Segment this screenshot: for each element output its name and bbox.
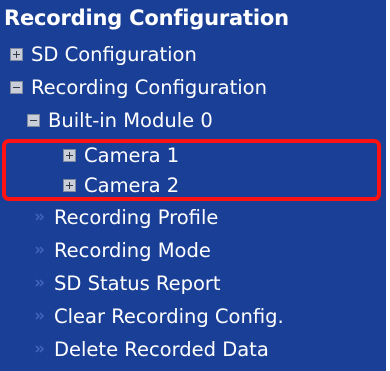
camera-items-highlight-box [2,139,381,201]
tree-item-label: Built-in Module 0 [48,108,213,132]
tree-item-label: Recording Configuration [31,75,267,99]
link-label: Delete Recorded Data [54,337,269,361]
collapse-minus-icon[interactable] [10,80,23,94]
tree-item-sd-configuration[interactable]: SD Configuration [10,38,197,70]
link-label: Recording Mode [54,238,211,262]
expand-plus-icon[interactable] [63,148,76,162]
link-label: Recording Profile [54,205,219,229]
double-chevron-icon [35,213,45,221]
tree-item-camera-2[interactable]: Camera 2 [63,169,179,201]
collapse-minus-icon[interactable] [27,113,40,127]
tree-item-camera-1[interactable]: Camera 1 [63,139,179,171]
expand-plus-icon[interactable] [10,47,23,61]
menu-header: Recording Configuration [4,6,289,30]
tree-item-label: SD Configuration [31,42,197,66]
double-chevron-icon [35,279,45,287]
link-delete-recorded-data[interactable]: Delete Recorded Data [34,333,269,365]
tree-item-built-in-module-0[interactable]: Built-in Module 0 [27,104,213,136]
link-clear-recording-config[interactable]: Clear Recording Config. [34,300,284,332]
double-chevron-icon [35,246,45,254]
link-recording-mode[interactable]: Recording Mode [34,234,211,266]
double-chevron-icon [35,312,45,320]
recording-configuration-menu-panel: Recording Configuration SD Configuration… [0,0,386,371]
double-chevron-icon [35,345,45,353]
tree-item-label: Camera 1 [84,143,180,167]
tree-item-label: Camera 2 [84,173,180,197]
link-label: Clear Recording Config. [54,304,284,328]
link-label: SD Status Report [54,271,221,295]
expand-plus-icon[interactable] [63,178,76,192]
link-sd-status-report[interactable]: SD Status Report [34,267,221,299]
link-recording-profile[interactable]: Recording Profile [34,201,218,233]
tree-item-recording-configuration[interactable]: Recording Configuration [10,71,267,103]
